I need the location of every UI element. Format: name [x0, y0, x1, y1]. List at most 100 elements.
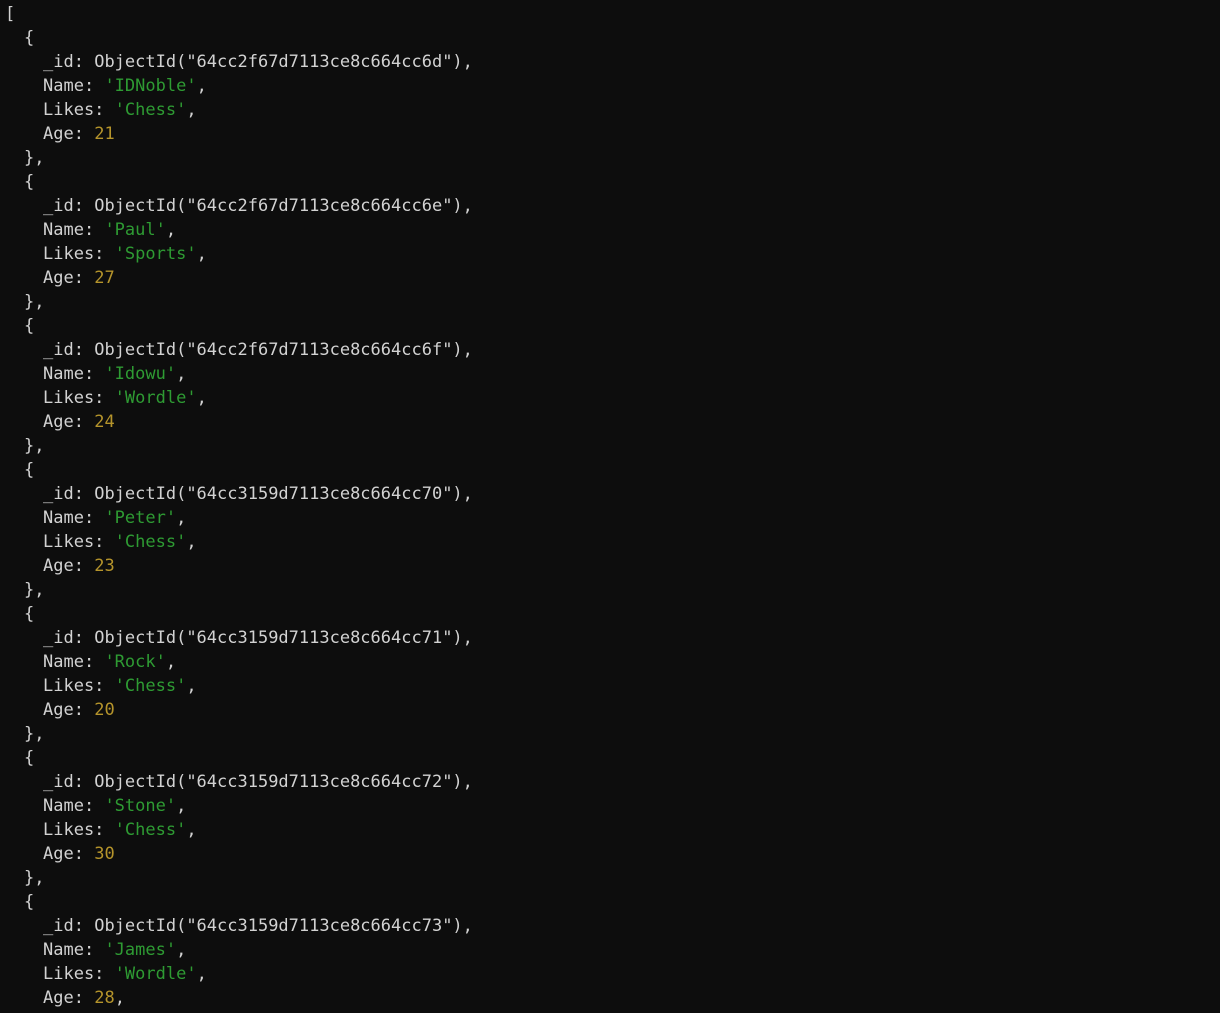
field-key-age: Age: — [43, 844, 84, 864]
document-block[interactable]: {_id: ObjectId("64cc2f67d7113ce8c664cc6e… — [0, 170, 1220, 314]
field-name: Name: 'James', — [0, 938, 1220, 962]
document-block[interactable]: {_id: ObjectId("64cc3159d7113ce8c664cc73… — [0, 890, 1220, 1010]
field-comma: , — [165, 652, 177, 672]
field-age: Age: 21 — [0, 122, 1220, 146]
field-age: Age: 30 — [0, 842, 1220, 866]
field-age: Age: 24 — [0, 410, 1220, 434]
field-value-likes: 'Chess' — [114, 676, 187, 696]
object-open-brace: { — [0, 26, 1220, 50]
field-likes: Likes: 'Chess', — [0, 530, 1220, 554]
open-bracket-token: [ — [5, 4, 16, 24]
document-block[interactable]: {_id: ObjectId("64cc2f67d7113ce8c664cc6f… — [0, 314, 1220, 458]
field-key-likes: Likes: — [43, 676, 105, 696]
console-output[interactable]: [ {_id: ObjectId("64cc2f67d7113ce8c664cc… — [0, 0, 1220, 1013]
field-comma: , — [186, 100, 197, 120]
field-id: _id: ObjectId("64cc3159d7113ce8c664cc73"… — [0, 914, 1220, 938]
field-id: _id: ObjectId("64cc2f67d7113ce8c664cc6f"… — [0, 338, 1220, 362]
field-age-trailing: , — [114, 988, 125, 1008]
field-value-likes: 'Chess' — [114, 100, 187, 120]
field-key-id: _id: — [43, 628, 84, 648]
field-name: Name: 'IDNoble', — [0, 74, 1220, 98]
close-brace-token: }, — [24, 436, 45, 456]
field-age: Age: 23 — [0, 554, 1220, 578]
document-block[interactable]: {_id: ObjectId("64cc3159d7113ce8c664cc72… — [0, 746, 1220, 890]
field-value-name: 'Stone' — [104, 796, 177, 816]
field-value-age: 21 — [94, 124, 115, 144]
object-open-brace: { — [0, 170, 1220, 194]
close-brace-token: }, — [24, 868, 45, 888]
field-value-name: 'Rock' — [104, 652, 166, 672]
field-key-name: Name: — [43, 796, 95, 816]
field-likes: Likes: 'Chess', — [0, 674, 1220, 698]
field-value-objectid: ObjectId("64cc3159d7113ce8c664cc71"), — [94, 628, 473, 648]
field-comma: , — [196, 76, 207, 96]
close-brace-token: }, — [24, 292, 45, 312]
field-comma: , — [186, 532, 197, 552]
field-comma: , — [176, 796, 187, 816]
field-value-age: 28 — [94, 988, 115, 1008]
field-value-name: 'IDNoble' — [104, 76, 197, 96]
field-key-name: Name: — [43, 508, 95, 528]
document-block[interactable]: {_id: ObjectId("64cc3159d7113ce8c664cc70… — [0, 458, 1220, 602]
field-likes: Likes: 'Chess', — [0, 818, 1220, 842]
close-brace-token: }, — [24, 724, 45, 744]
field-comma: , — [176, 940, 187, 960]
object-close-brace: }, — [0, 434, 1220, 458]
document-list: {_id: ObjectId("64cc2f67d7113ce8c664cc6d… — [0, 26, 1220, 1010]
field-value-age: 23 — [94, 556, 115, 576]
field-key-likes: Likes: — [43, 388, 105, 408]
field-key-age: Age: — [43, 988, 84, 1008]
field-value-objectid: ObjectId("64cc2f67d7113ce8c664cc6d"), — [94, 52, 473, 72]
field-value-objectid: ObjectId("64cc2f67d7113ce8c664cc6e"), — [94, 196, 473, 216]
field-name: Name: 'Rock', — [0, 650, 1220, 674]
field-comma: , — [186, 676, 197, 696]
field-value-objectid: ObjectId("64cc3159d7113ce8c664cc70"), — [94, 484, 473, 504]
field-comma: , — [186, 820, 197, 840]
field-key-likes: Likes: — [43, 244, 105, 264]
field-comma: , — [196, 388, 207, 408]
field-value-name: 'Peter' — [104, 508, 177, 528]
field-value-objectid: ObjectId("64cc3159d7113ce8c664cc72"), — [94, 772, 473, 792]
field-key-name: Name: — [43, 220, 95, 240]
field-name: Name: 'Peter', — [0, 506, 1220, 530]
field-value-likes: 'Chess' — [114, 532, 187, 552]
close-brace-token: }, — [24, 580, 45, 600]
field-value-age: 27 — [94, 268, 115, 288]
field-key-age: Age: — [43, 556, 84, 576]
field-key-age: Age: — [43, 268, 84, 288]
field-key-likes: Likes: — [43, 964, 105, 984]
field-key-age: Age: — [43, 124, 84, 144]
object-open-brace: { — [0, 602, 1220, 626]
object-close-brace: }, — [0, 866, 1220, 890]
object-open-brace: { — [0, 314, 1220, 338]
field-value-name: 'Paul' — [104, 220, 166, 240]
open-brace-token: { — [24, 316, 35, 336]
field-key-likes: Likes: — [43, 532, 105, 552]
field-comma: , — [176, 364, 187, 384]
object-close-brace: }, — [0, 290, 1220, 314]
field-key-id: _id: — [43, 340, 84, 360]
field-id: _id: ObjectId("64cc3159d7113ce8c664cc72"… — [0, 770, 1220, 794]
field-likes: Likes: 'Chess', — [0, 98, 1220, 122]
field-key-name: Name: — [43, 364, 95, 384]
open-brace-token: { — [24, 892, 35, 912]
field-id: _id: ObjectId("64cc2f67d7113ce8c664cc6e"… — [0, 194, 1220, 218]
field-value-likes: 'Sports' — [114, 244, 197, 264]
field-key-name: Name: — [43, 76, 95, 96]
field-name: Name: 'Paul', — [0, 218, 1220, 242]
field-age: Age: 27 — [0, 266, 1220, 290]
field-value-likes: 'Wordle' — [114, 964, 197, 984]
field-key-id: _id: — [43, 52, 84, 72]
field-comma: , — [176, 508, 187, 528]
document-block[interactable]: {_id: ObjectId("64cc3159d7113ce8c664cc71… — [0, 602, 1220, 746]
document-block[interactable]: {_id: ObjectId("64cc2f67d7113ce8c664cc6d… — [0, 26, 1220, 170]
field-age: Age: 20 — [0, 698, 1220, 722]
object-open-brace: { — [0, 746, 1220, 770]
field-id: _id: ObjectId("64cc3159d7113ce8c664cc71"… — [0, 626, 1220, 650]
open-brace-token: { — [24, 604, 35, 624]
field-likes: Likes: 'Sports', — [0, 242, 1220, 266]
field-value-objectid: ObjectId("64cc2f67d7113ce8c664cc6f"), — [94, 340, 473, 360]
open-brace-token: { — [24, 748, 35, 768]
field-key-name: Name: — [43, 940, 95, 960]
field-value-age: 30 — [94, 844, 115, 864]
